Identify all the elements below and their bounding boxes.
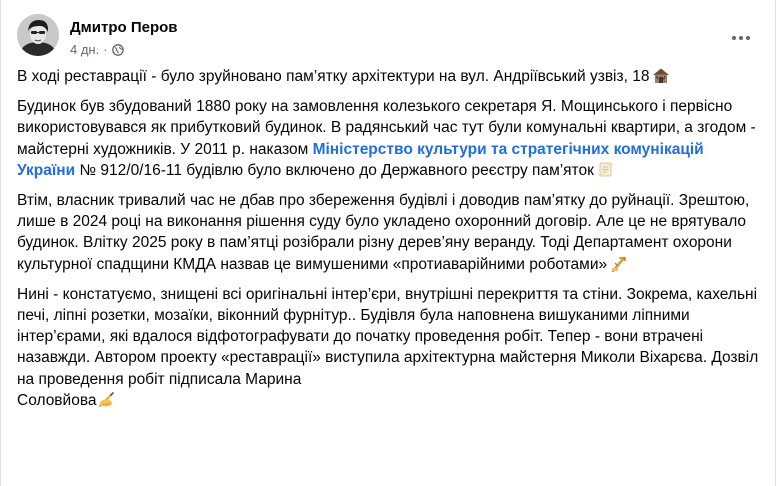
post-paragraph: Втім, власник тривалий час не дбав про з… (17, 190, 759, 275)
paragraph-text: В ході реставрації - було зруйновано пам… (17, 68, 650, 85)
post-header: Дмитро Перов 4 дн. · (17, 14, 763, 60)
avatar-image (17, 14, 59, 56)
paragraph-text: Соловйова (17, 391, 97, 409)
construction-emoji (610, 255, 627, 272)
post-body: В ході реставрації - було зруйновано пам… (17, 66, 759, 420)
post-paragraph: Нині - констатуємо, знищені всі оригінал… (17, 284, 759, 411)
avatar[interactable] (17, 14, 59, 56)
facebook-post: Дмитро Перов 4 дн. · В ході реставрації … (0, 0, 776, 486)
post-paragraph: В ході реставрації - було зруйновано пам… (17, 66, 759, 87)
more-options-icon[interactable] (727, 24, 755, 52)
post-paragraph: Будинок був збудований 1880 року на замо… (17, 96, 759, 181)
post-meta: 4 дн. · (70, 42, 124, 57)
derelict-house-emoji (652, 67, 670, 84)
paragraph-text: Нині - констатуємо, знищені всі оригінал… (17, 285, 759, 388)
paragraph-text: № 912/0/16-11 будівлю було включено до Д… (75, 161, 594, 179)
paragraph-text: Втім, власник тривалий час не дбав про з… (17, 192, 750, 273)
globe-icon (111, 43, 124, 56)
meta-separator: · (103, 42, 108, 57)
scroll-emoji (597, 161, 614, 178)
author-name[interactable]: Дмитро Перов (70, 19, 178, 36)
writing-hand-emoji (98, 392, 116, 408)
post-time[interactable]: 4 дн. (70, 42, 99, 57)
